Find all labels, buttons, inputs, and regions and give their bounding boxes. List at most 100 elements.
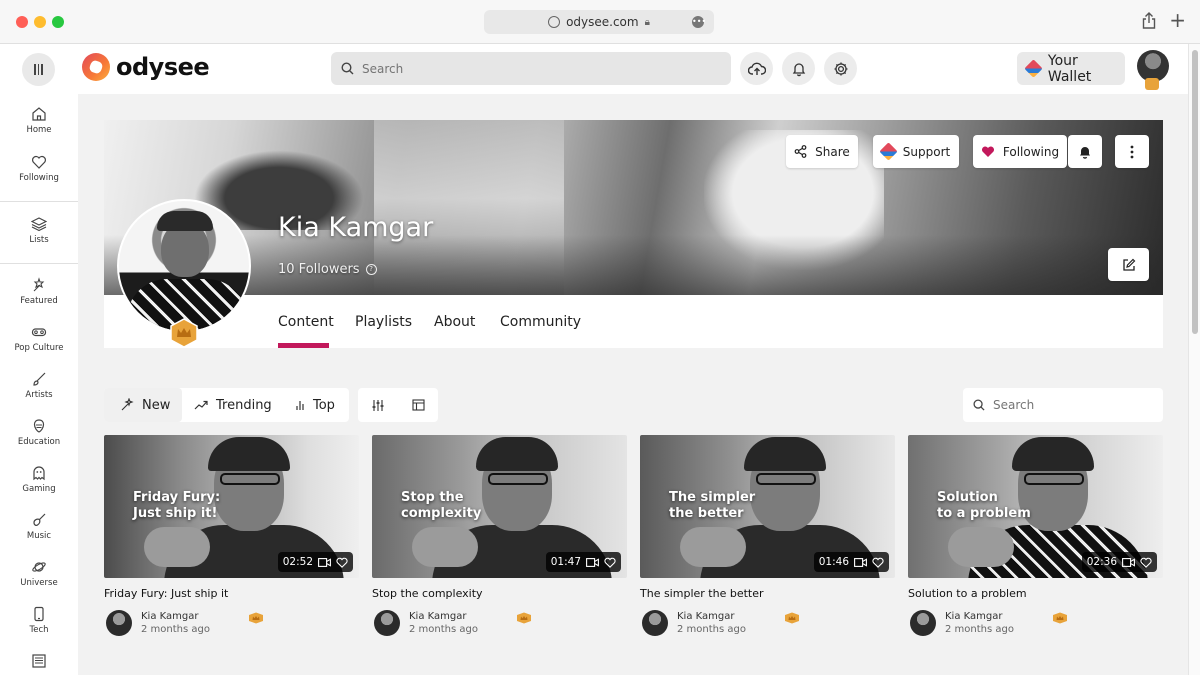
author-avatar[interactable] bbox=[642, 610, 668, 636]
video-card[interactable]: Solution to a problem 02:36 Solution to … bbox=[908, 435, 1163, 638]
sliders-icon[interactable] bbox=[371, 399, 385, 412]
video-title[interactable]: The simpler the better bbox=[640, 587, 895, 600]
layers-icon bbox=[31, 216, 47, 232]
education-icon bbox=[31, 418, 47, 434]
video-title[interactable]: Friday Fury: Just ship it bbox=[104, 587, 359, 600]
video-thumbnail[interactable]: Stop the complexity 01:47 bbox=[372, 435, 627, 578]
share-button[interactable]: Share bbox=[786, 135, 858, 168]
notify-bell-button[interactable] bbox=[1068, 135, 1102, 168]
tab-playlists[interactable]: Playlists bbox=[355, 314, 412, 330]
sidebar-item-education[interactable]: Education bbox=[0, 418, 78, 447]
sidebar-divider bbox=[0, 201, 78, 202]
cloud-upload-icon bbox=[747, 62, 766, 75]
video-camera-icon bbox=[318, 557, 331, 567]
scrollbar-thumb[interactable] bbox=[1192, 50, 1198, 334]
sidebar-item-label: Tech bbox=[29, 625, 49, 635]
author-avatar[interactable] bbox=[910, 610, 936, 636]
tab-content[interactable]: Content bbox=[278, 314, 334, 330]
heart-icon[interactable] bbox=[336, 557, 348, 568]
author-avatar[interactable] bbox=[374, 610, 400, 636]
close-window-button[interactable] bbox=[16, 16, 28, 28]
heart-icon[interactable] bbox=[604, 557, 616, 568]
video-card[interactable]: Friday Fury: Just ship it! 02:52 Friday … bbox=[104, 435, 359, 638]
edit-icon bbox=[1122, 258, 1135, 271]
upload-button[interactable] bbox=[740, 52, 773, 85]
globe-icon bbox=[548, 16, 561, 28]
sidebar-item-following[interactable]: Following bbox=[0, 154, 78, 183]
wallet-button[interactable]: Your Wallet bbox=[1017, 52, 1125, 85]
address-bar[interactable]: odysee.com 🔒︎ ••• bbox=[484, 10, 714, 34]
author-name[interactable]: Kia Kamgar bbox=[945, 611, 1002, 622]
heart-icon[interactable] bbox=[872, 557, 884, 568]
video-card[interactable]: Stop the complexity 01:47 Stop the compl… bbox=[372, 435, 627, 638]
duration-badge: 01:47 bbox=[545, 552, 621, 572]
sidebar-item-artists[interactable]: Artists bbox=[0, 371, 78, 400]
sidebar-toggle-button[interactable] bbox=[22, 53, 55, 86]
author-name[interactable]: Kia Kamgar bbox=[409, 611, 466, 622]
search-bar[interactable] bbox=[331, 52, 731, 85]
sidebar-item-label: Home bbox=[26, 125, 52, 135]
site-header: odysee Your Wallet bbox=[0, 44, 1188, 94]
sidebar-item-music[interactable]: Music bbox=[0, 512, 78, 541]
video-thumbnail[interactable]: Friday Fury: Just ship it! 02:52 bbox=[104, 435, 359, 578]
heart-icon[interactable] bbox=[1140, 557, 1152, 568]
video-thumbnail[interactable]: The simpler the better 01:46 bbox=[640, 435, 895, 578]
sidebar-item-featured[interactable]: Featured bbox=[0, 277, 78, 306]
tab-about[interactable]: About bbox=[434, 314, 475, 330]
followers-count: 10 Followers ? bbox=[278, 262, 377, 277]
minimize-window-button[interactable] bbox=[34, 16, 46, 28]
planet-icon bbox=[31, 559, 47, 575]
guitar-icon bbox=[31, 512, 47, 528]
sidebar-item-lists[interactable]: Lists bbox=[0, 216, 78, 245]
filter-trending[interactable]: Trending bbox=[194, 388, 272, 422]
search-input[interactable] bbox=[362, 61, 702, 76]
channel-search-input[interactable] bbox=[993, 398, 1143, 412]
more-options-button[interactable] bbox=[1115, 135, 1149, 168]
sidebar-item-universe[interactable]: Universe bbox=[0, 559, 78, 588]
support-label: Support bbox=[902, 144, 951, 159]
duration-badge: 02:52 bbox=[277, 552, 353, 572]
filter-new[interactable]: New bbox=[104, 388, 182, 422]
odysee-logo[interactable]: odysee bbox=[82, 53, 210, 81]
help-icon[interactable]: ? bbox=[365, 264, 377, 275]
premium-badge-icon bbox=[785, 612, 799, 624]
sidebar-item-gaming[interactable]: Gaming bbox=[0, 465, 78, 494]
upload-time: 2 months ago bbox=[945, 624, 1014, 635]
bell-icon bbox=[792, 62, 805, 76]
notifications-button[interactable] bbox=[782, 52, 815, 85]
sidebar-item-tech[interactable]: Tech bbox=[0, 606, 78, 635]
home-icon bbox=[31, 106, 47, 122]
video-thumbnail[interactable]: Solution to a problem 02:36 bbox=[908, 435, 1163, 578]
bell-ring-icon bbox=[1080, 146, 1090, 159]
share-icon[interactable] bbox=[1142, 12, 1156, 33]
author-avatar[interactable] bbox=[106, 610, 132, 636]
video-title[interactable]: Stop the complexity bbox=[372, 587, 627, 600]
video-title[interactable]: Solution to a problem bbox=[908, 587, 1163, 600]
channel-search-bar[interactable] bbox=[963, 388, 1163, 422]
sidebar-item-home[interactable]: Home bbox=[0, 106, 78, 135]
more-icon[interactable]: ••• bbox=[692, 16, 706, 28]
maximize-window-button[interactable] bbox=[52, 16, 64, 28]
filter-top[interactable]: Top bbox=[295, 388, 335, 422]
credits-icon bbox=[1024, 59, 1043, 78]
premium-badge-icon bbox=[517, 612, 531, 624]
channel-avatar[interactable] bbox=[117, 199, 251, 333]
thumbnail-text: Stop the complexity bbox=[401, 490, 482, 521]
tab-community[interactable]: Community bbox=[500, 314, 581, 330]
author-name[interactable]: Kia Kamgar bbox=[677, 611, 734, 622]
page-scrollbar[interactable] bbox=[1188, 44, 1200, 675]
following-button[interactable]: Following bbox=[973, 135, 1067, 168]
new-tab-icon[interactable]: + bbox=[1169, 8, 1186, 32]
edit-channel-button[interactable] bbox=[1108, 248, 1149, 281]
settings-button[interactable] bbox=[824, 52, 857, 85]
sidebar-item-news[interactable] bbox=[0, 653, 78, 669]
author-name[interactable]: Kia Kamgar bbox=[141, 611, 198, 622]
channel-cover: Kia Kamgar 10 Followers ? Share Support … bbox=[104, 120, 1163, 295]
sidebar-item-pop-culture[interactable]: Pop Culture bbox=[0, 324, 78, 353]
support-button[interactable]: Support bbox=[873, 135, 959, 168]
layout-icon[interactable] bbox=[412, 399, 425, 411]
video-card[interactable]: The simpler the better 01:46 The simpler… bbox=[640, 435, 895, 638]
premium-badge-icon bbox=[1053, 612, 1067, 624]
video-camera-icon bbox=[586, 557, 599, 567]
video-camera-icon bbox=[854, 557, 867, 567]
